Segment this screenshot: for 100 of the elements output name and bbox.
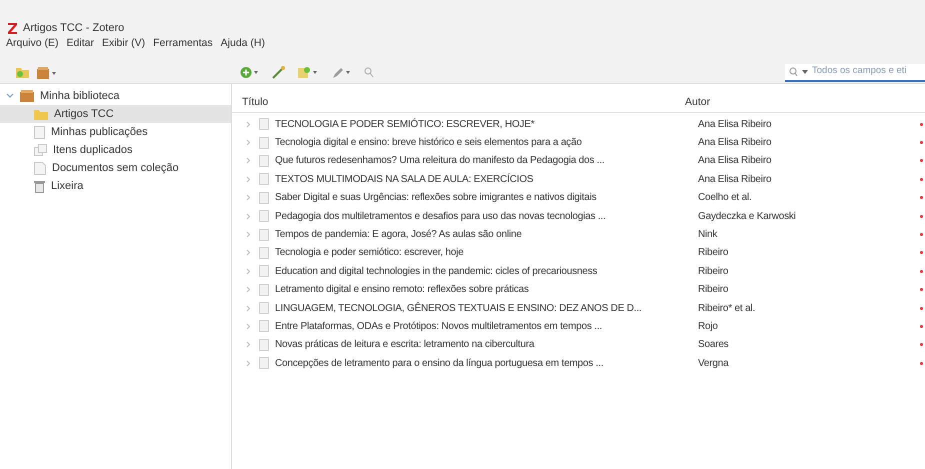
author-cell-text: Gaydeczka e Karwoski [698, 210, 797, 224]
trash-icon [34, 180, 45, 192]
title-cell-text: Tecnologia digital e ensino: breve histórico e seis elementos para a ação [275, 136, 583, 150]
new-collection-icon[interactable] [16, 67, 29, 78]
add-item-icon[interactable] [240, 66, 260, 79]
sidebar-item[interactable]: Minhas publicações [0, 123, 231, 141]
search-field[interactable]: Todos os campos e eti [785, 64, 925, 82]
document-icon [259, 320, 269, 332]
author-cell-text: Soares [698, 338, 730, 352]
document-icon [259, 338, 269, 351]
title-cell-text: Saber Digital e suas Urgências: reflexões sobre imigrantes e nativos digitais [275, 191, 598, 206]
title-cell-text: TEXTOS MULTIMODAIS NA SALA DE AULA: EXERCÍCIOS [275, 172, 534, 187]
expand-icon[interactable] [246, 268, 251, 275]
sidebar-label: Minha biblioteca [40, 88, 120, 104]
attachment-dot-icon [920, 343, 923, 346]
menu-item[interactable]: Exibir (V) [102, 36, 146, 52]
expand-icon[interactable] [246, 249, 251, 256]
author-cell-text: Ribeiro [698, 246, 730, 260]
sidebar-item[interactable]: Lixeira [0, 177, 231, 195]
attachment-dot-icon [920, 159, 923, 162]
window-title: Artigos TCC - Zotero [23, 20, 124, 36]
menu-item[interactable]: Editar [66, 36, 94, 52]
title-cell-text: LINGUAGEM, TECNOLOGIA, GÊNEROS TEXTUAIS E ENSINO: DEZ ANOS DE D... [275, 301, 643, 316]
document-icon [259, 265, 269, 278]
attachment-dot-icon [920, 251, 923, 254]
title-cell-text: Que futuros redesenhamos? Uma releitura do manifesto da Pedagogia dos ... [275, 154, 606, 168]
expand-icon[interactable] [246, 286, 251, 294]
title-cell-text: Pedagogia dos multiletramentos e desafios para uso das novas tecnologias ... [275, 210, 607, 224]
title-cell-text: Tecnologia e poder semiótico: escrever, hoje [275, 246, 465, 260]
document-icon [34, 126, 45, 138]
magic-wand-icon[interactable] [272, 66, 286, 79]
sidebar-label: Lixeira [51, 178, 84, 194]
sidebar-item[interactable]: Minha biblioteca [0, 87, 231, 105]
attachment-icon[interactable] [298, 66, 320, 79]
document-icon [259, 284, 269, 296]
sidebar-label: Documentos sem coleção [52, 160, 179, 176]
document-icon [259, 302, 269, 314]
author-cell-text: Ribeiro* et al. [698, 302, 756, 316]
attachment-dot-icon [920, 141, 923, 144]
document-icon [259, 228, 269, 241]
library-icon [20, 90, 34, 102]
menu-item[interactable]: Ajuda (H) [220, 36, 266, 52]
expand-icon[interactable] [246, 120, 251, 128]
document-icon [259, 246, 269, 259]
attachment-dot-icon [920, 324, 923, 328]
attachment-dot-icon [920, 270, 923, 273]
title-cell-text: Concepções de letramento para o ensino da língua portuguesa em tempos ... [275, 356, 604, 371]
attachment-dot-icon [920, 122, 923, 126]
expand-icon[interactable] [246, 212, 251, 220]
attachment-dot-icon [920, 288, 923, 292]
document-icon [259, 173, 269, 186]
document-icon [259, 192, 269, 204]
attachment-dot-icon [920, 233, 923, 236]
sidebar-item[interactable]: Artigos TCC [0, 105, 231, 123]
duplicates-icon [34, 144, 47, 156]
chevron-icon[interactable] [6, 92, 14, 100]
title-cell-text: Tempos de pandemia: E agora, José? As aulas são online [275, 228, 523, 242]
menu-item[interactable]: Arquivo (E) [6, 36, 59, 52]
author-cell-text: Ana Elisa Ribeiro [698, 136, 772, 150]
expand-icon[interactable] [246, 304, 251, 312]
menu-item[interactable]: Ferramentas [153, 36, 213, 52]
sidebar-label: Minhas publicações [51, 124, 148, 140]
title-cell-text: Letramento digital e ensino remoto: reflexões sobre práticas [275, 283, 530, 298]
expand-icon[interactable] [246, 194, 251, 202]
author-cell-text: Ana Elisa Ribeiro [698, 118, 772, 132]
document-icon [259, 118, 269, 130]
expand-icon[interactable] [246, 176, 251, 183]
dropdown-icon [802, 70, 808, 74]
attachment-dot-icon [920, 306, 923, 310]
title-cell-text: Education and digital technologies in the pandemic: cicles of precariousness [275, 264, 598, 279]
folder-icon [34, 108, 48, 120]
expand-icon[interactable] [246, 322, 251, 330]
author-cell-text: Nink [698, 228, 718, 242]
sidebar-item[interactable]: Documentos sem coleção [0, 159, 231, 177]
author-cell-text: Ana Elisa Ribeiro [698, 172, 772, 187]
attachment-dot-icon [920, 178, 923, 181]
author-cell-text: Rojo [698, 320, 719, 334]
app-logo-icon [8, 22, 17, 34]
attachment-dot-icon [920, 196, 923, 200]
author-cell-text: Ana Elisa Ribeiro [698, 154, 772, 168]
author-cell-text: Ribeiro [698, 283, 730, 298]
column-header[interactable]: Título [232, 94, 676, 110]
new-library-icon[interactable] [37, 66, 57, 78]
sidebar-item[interactable]: Itens duplicados [0, 141, 231, 159]
search-icon[interactable] [364, 67, 374, 78]
expand-icon[interactable] [246, 341, 251, 348]
column-header[interactable]: Autor [676, 94, 906, 110]
expand-icon[interactable] [246, 231, 251, 238]
pen-icon[interactable] [332, 66, 352, 79]
author-cell-text: Coelho et al. [698, 191, 753, 206]
sidebar-label: Itens duplicados [53, 142, 132, 158]
title-cell-text: Entre Plataformas, ODAs e Protótipos: Novos multiletramentos em tempos ... [275, 320, 603, 334]
expand-icon[interactable] [246, 157, 251, 164]
attachment-dot-icon [920, 214, 923, 218]
document-icon [259, 357, 269, 370]
document-icon [34, 162, 46, 174]
expand-icon[interactable] [246, 139, 251, 146]
expand-icon[interactable] [246, 360, 251, 367]
document-icon [259, 154, 269, 167]
title-cell-text: TECNOLOGIA E PODER SEMIÓTICO: ESCREVER, HOJE* [275, 117, 536, 132]
